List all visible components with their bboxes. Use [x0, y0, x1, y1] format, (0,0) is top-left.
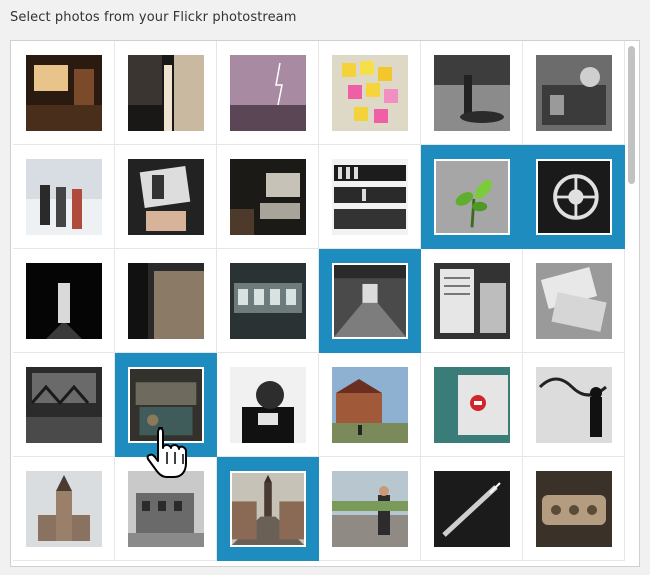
photo-thumbnail	[25, 262, 102, 339]
photo-tile[interactable]	[319, 145, 421, 249]
photo-tile[interactable]	[319, 457, 421, 561]
photo-tile[interactable]	[115, 457, 217, 561]
photo-picker-panel	[10, 40, 640, 567]
photo-thumbnail	[331, 54, 408, 131]
photo-tile[interactable]	[13, 457, 115, 561]
photo-tile[interactable]	[523, 457, 625, 561]
photo-thumbnail	[229, 262, 306, 339]
photo-tile[interactable]	[523, 353, 625, 457]
photo-thumbnail	[25, 54, 102, 131]
photo-thumbnail	[25, 158, 102, 235]
photo-tile[interactable]	[421, 457, 523, 561]
photo-tile[interactable]	[523, 41, 625, 145]
photo-tile[interactable]	[217, 41, 319, 145]
photo-thumbnail	[433, 366, 510, 443]
photo-thumbnail	[535, 470, 612, 547]
photo-thumbnail	[229, 158, 306, 235]
photo-thumbnail	[331, 158, 408, 235]
photo-tile[interactable]	[13, 249, 115, 353]
photo-tile[interactable]	[421, 249, 523, 353]
photo-thumbnail	[127, 262, 204, 339]
photo-tile[interactable]	[421, 353, 523, 457]
photo-tile[interactable]	[217, 249, 319, 353]
photo-tile[interactable]	[13, 353, 115, 457]
photo-tile[interactable]	[115, 353, 217, 457]
photo-thumbnail	[25, 366, 102, 443]
page-title: Select photos from your Flickr photostre…	[10, 10, 297, 25]
photo-tile[interactable]	[319, 41, 421, 145]
photo-tile[interactable]	[319, 353, 421, 457]
photo-thumbnail	[433, 470, 510, 547]
photo-thumbnail	[535, 262, 612, 339]
photo-tile[interactable]	[319, 249, 421, 353]
photo-thumbnail	[433, 158, 510, 235]
photo-tile[interactable]	[217, 353, 319, 457]
photo-tile[interactable]	[13, 145, 115, 249]
photo-thumbnail	[433, 262, 510, 339]
photo-tile[interactable]	[13, 41, 115, 145]
photo-thumbnail	[331, 470, 408, 547]
photo-tile[interactable]	[217, 145, 319, 249]
photo-thumbnail	[229, 54, 306, 131]
photo-tile[interactable]	[115, 145, 217, 249]
photo-thumbnail	[535, 366, 612, 443]
photo-thumbnail	[127, 366, 204, 443]
photo-tile[interactable]	[115, 41, 217, 145]
photo-thumbnail	[127, 470, 204, 547]
photo-tile[interactable]	[217, 457, 319, 561]
photo-thumbnail	[229, 366, 306, 443]
photo-tile[interactable]	[421, 145, 523, 249]
photo-tile[interactable]	[523, 145, 625, 249]
scrollbar[interactable]	[626, 42, 638, 564]
photo-thumbnail	[229, 470, 306, 547]
photo-thumbnail	[535, 158, 612, 235]
photo-thumbnail	[25, 470, 102, 547]
photo-thumbnail	[433, 54, 510, 131]
photo-thumbnail	[127, 54, 204, 131]
photo-tile[interactable]	[421, 41, 523, 145]
photo-thumbnail	[127, 158, 204, 235]
scrollbar-thumb[interactable]	[628, 46, 635, 184]
photo-thumbnail	[331, 366, 408, 443]
photo-tile[interactable]	[523, 249, 625, 353]
photo-thumbnail	[331, 262, 408, 339]
photo-tile[interactable]	[115, 249, 217, 353]
photo-grid	[13, 41, 625, 561]
photo-thumbnail	[535, 54, 612, 131]
